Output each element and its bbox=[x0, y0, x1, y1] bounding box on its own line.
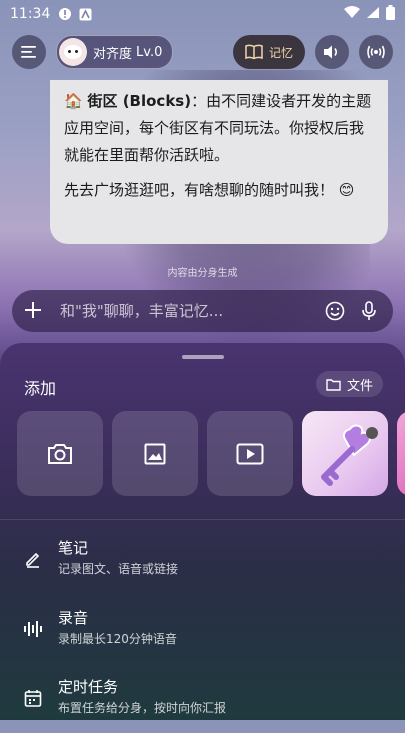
alert-icon bbox=[58, 7, 72, 21]
menu-icon bbox=[21, 46, 36, 58]
partial-sticker-tile[interactable] bbox=[397, 411, 405, 496]
chat-input[interactable] bbox=[58, 301, 315, 321]
broadcast-icon bbox=[367, 45, 385, 59]
key-sticker-tile[interactable] bbox=[302, 411, 388, 496]
blocks-paragraph: 🏠 街区 (Blocks)：由不同建设者开发的主题应用空间，每个街区有不同玩法。… bbox=[64, 88, 374, 169]
file-button-label: 文件 bbox=[346, 378, 373, 394]
level-name: 对齐度 bbox=[93, 46, 133, 62]
scheduled-task-item[interactable]: 定时任务 布置任务给分身，按时向你汇报 bbox=[0, 677, 405, 733]
note-item[interactable]: 笔记 记录图文、语音或链接 bbox=[0, 538, 405, 594]
calendar-icon bbox=[22, 687, 44, 709]
ai-generated-note: 内容由分身生成 bbox=[167, 268, 238, 279]
microphone-icon bbox=[362, 301, 376, 320]
divider bbox=[0, 519, 405, 520]
folder-icon bbox=[326, 378, 341, 391]
battery-icon bbox=[386, 4, 395, 24]
heart-key-icon bbox=[321, 424, 378, 486]
status-time: 11:34 bbox=[10, 6, 51, 22]
sound-button[interactable] bbox=[315, 35, 349, 69]
voice-button[interactable] bbox=[355, 297, 383, 325]
chat-message-bubble: 🏠 街区 (Blocks)：由不同建设者开发的主题应用空间，每个街区有不同玩法。… bbox=[50, 80, 388, 244]
emoji-icon bbox=[325, 301, 345, 321]
recording-item[interactable]: 录音 录制最长120分钟语音 bbox=[0, 608, 405, 664]
app-notification-icon bbox=[78, 7, 92, 21]
video-tile[interactable] bbox=[207, 411, 293, 496]
menu-button[interactable] bbox=[12, 35, 46, 69]
image-icon bbox=[144, 443, 166, 464]
house-emoji: 🏠 bbox=[64, 92, 83, 110]
blocks-title: 街区 (Blocks) bbox=[87, 92, 192, 110]
note-title: 笔记 bbox=[58, 539, 89, 557]
alignment-level-badge[interactable]: 对齐度 Lv.0 bbox=[56, 35, 174, 69]
status-bar: 11:34 bbox=[0, 0, 405, 28]
recording-subtitle: 录制最长120分钟语音 bbox=[58, 632, 177, 646]
level-value: Lv.0 bbox=[136, 44, 163, 60]
plus-button[interactable] bbox=[22, 296, 44, 326]
note-subtitle: 记录图文、语音或链接 bbox=[58, 562, 179, 576]
scheduled-task-title: 定时任务 bbox=[58, 678, 119, 696]
broadcast-button[interactable] bbox=[359, 35, 393, 69]
top-bar: 对齐度 Lv.0 记忆 bbox=[12, 34, 393, 70]
cellular-signal-icon bbox=[366, 6, 380, 23]
pencil-icon bbox=[22, 548, 44, 570]
camera-icon bbox=[48, 443, 72, 464]
plus-icon bbox=[25, 302, 41, 318]
sheet-title: 添加 bbox=[24, 379, 57, 398]
book-icon bbox=[245, 44, 263, 60]
speaker-icon bbox=[324, 45, 338, 59]
smile-emoji: 😊 bbox=[338, 181, 355, 199]
avatar bbox=[59, 38, 87, 66]
camera-tile[interactable] bbox=[17, 411, 103, 496]
scheduled-task-subtitle: 布置任务给分身，按时向你汇报 bbox=[58, 701, 227, 715]
closing-paragraph: 先去广场逛逛吧，有啥想聊的随时叫我！ 😊 bbox=[64, 177, 374, 204]
closing-text: 先去广场逛逛吧，有啥想聊的随时叫我！ bbox=[64, 181, 335, 199]
file-button[interactable]: 文件 bbox=[315, 371, 383, 397]
memory-button[interactable]: 记忆 bbox=[232, 35, 305, 69]
recording-title: 录音 bbox=[58, 609, 89, 627]
wifi-icon bbox=[344, 5, 360, 23]
sheet-drag-handle[interactable] bbox=[181, 355, 224, 359]
audio-wave-icon bbox=[22, 618, 44, 640]
add-bottom-sheet: 添加 文件 笔记 记录图文、语音或链接 录音 录制最长120分钟语音 定时任务 … bbox=[0, 343, 405, 720]
gallery-tile[interactable] bbox=[112, 411, 198, 496]
emoji-button[interactable] bbox=[321, 297, 349, 325]
memory-label: 记忆 bbox=[268, 45, 293, 60]
video-icon bbox=[236, 443, 264, 464]
chat-input-bar bbox=[12, 290, 393, 332]
media-tiles bbox=[17, 411, 405, 496]
